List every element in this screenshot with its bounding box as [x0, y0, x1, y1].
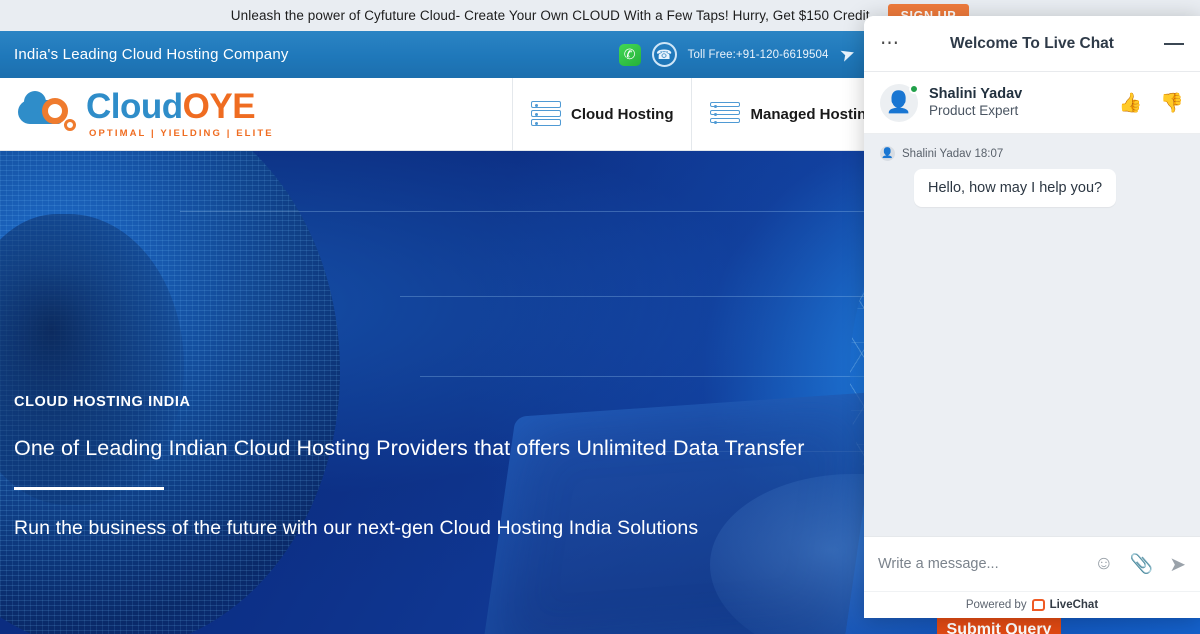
- live-chat-widget: ⋯ Welcome To Live Chat 👤 Shalini Yadav P…: [864, 16, 1200, 618]
- server-stack-icon: [710, 99, 741, 129]
- nav-item-cloud-hosting[interactable]: Cloud Hosting: [512, 78, 691, 150]
- chat-agent-row: 👤 Shalini Yadav Product Expert 👍 👎: [864, 72, 1200, 134]
- logo[interactable]: CloudOYE OPTIMAL | YIELDING | ELITE: [0, 78, 512, 150]
- logo-text: CloudOYE OPTIMAL | YIELDING | ELITE: [86, 89, 274, 139]
- paper-plane-icon: ➤: [836, 42, 858, 66]
- agent-name: Shalini Yadav: [929, 86, 1023, 102]
- livechat-logo-icon: [1031, 599, 1045, 611]
- page-root: Unleash the power of Cyfuture Cloud- Cre…: [0, 0, 1200, 634]
- online-status-dot: [909, 83, 919, 94]
- chat-message-list: 👤 Shalini Yadav 18:07 Hello, how may I h…: [864, 134, 1200, 536]
- promo-text: Unleash the power of Cyfuture Cloud- Cre…: [230, 8, 870, 23]
- hero-kicker: CLOUD HOSTING INDIA: [14, 394, 191, 410]
- company-tagline: India's Leading Cloud Hosting Company: [14, 46, 289, 63]
- hero-divider: [14, 487, 164, 490]
- message-meta: 👤 Shalini Yadav 18:07: [880, 146, 1184, 161]
- minimize-icon[interactable]: [1164, 42, 1184, 45]
- logo-tagline: OPTIMAL | YIELDING | ELITE: [89, 128, 274, 139]
- agent-info: Shalini Yadav Product Expert: [929, 85, 1022, 120]
- phone-number[interactable]: Toll Free:+91-120-6619504: [688, 49, 829, 61]
- emoji-smiley-icon[interactable]: ☺: [1094, 553, 1113, 575]
- chat-message: 👤 Shalini Yadav 18:07 Hello, how may I h…: [880, 146, 1184, 207]
- powered-by-label: Powered by: [965, 599, 1027, 611]
- chat-header: ⋯ Welcome To Live Chat: [864, 16, 1200, 72]
- more-options-icon[interactable]: ⋯: [880, 34, 901, 53]
- hero-content: CLOUD HOSTING INDIA One of Leading India…: [14, 394, 844, 540]
- nav-label-managed-hosting: Managed Hosting: [750, 105, 876, 123]
- thumbs-up-icon[interactable]: 👍: [1119, 91, 1143, 115]
- whatsapp-icon[interactable]: ✆: [618, 43, 641, 66]
- thumbs-down-icon[interactable]: 👎: [1160, 91, 1184, 115]
- hero-subtitle: Run the business of the future with our …: [14, 517, 699, 539]
- cloud-logo-icon: [18, 91, 80, 136]
- server-rack-icon: [531, 99, 561, 129]
- hero-title: One of Leading Indian Cloud Hosting Prov…: [14, 436, 805, 460]
- user-avatar-icon: 👤: [880, 83, 919, 122]
- logo-word-primary: Cloud: [86, 87, 183, 126]
- paperclip-icon[interactable]: 📎: [1130, 552, 1154, 576]
- send-arrow-icon[interactable]: ➤: [1169, 552, 1186, 577]
- chat-message-input[interactable]: Write a message...: [878, 556, 1078, 572]
- phone-icon[interactable]: ☎: [651, 42, 677, 67]
- chat-footer: Powered by LiveChat: [864, 591, 1200, 618]
- chat-title: Welcome To Live Chat: [950, 34, 1114, 52]
- livechat-brand: LiveChat: [1049, 599, 1099, 611]
- message-avatar-icon: 👤: [880, 146, 895, 161]
- logo-word-accent: OYE: [182, 87, 256, 126]
- message-sender-time: Shalini Yadav 18:07: [902, 147, 1004, 160]
- chat-rating-group: 👍 👎: [1119, 91, 1184, 115]
- nav-label-cloud-hosting: Cloud Hosting: [571, 105, 674, 123]
- chat-input-row[interactable]: Write a message... ☺ 📎 ➤: [864, 536, 1200, 591]
- message-bubble: Hello, how may I help you?: [914, 169, 1117, 207]
- agent-role: Product Expert: [929, 103, 1019, 119]
